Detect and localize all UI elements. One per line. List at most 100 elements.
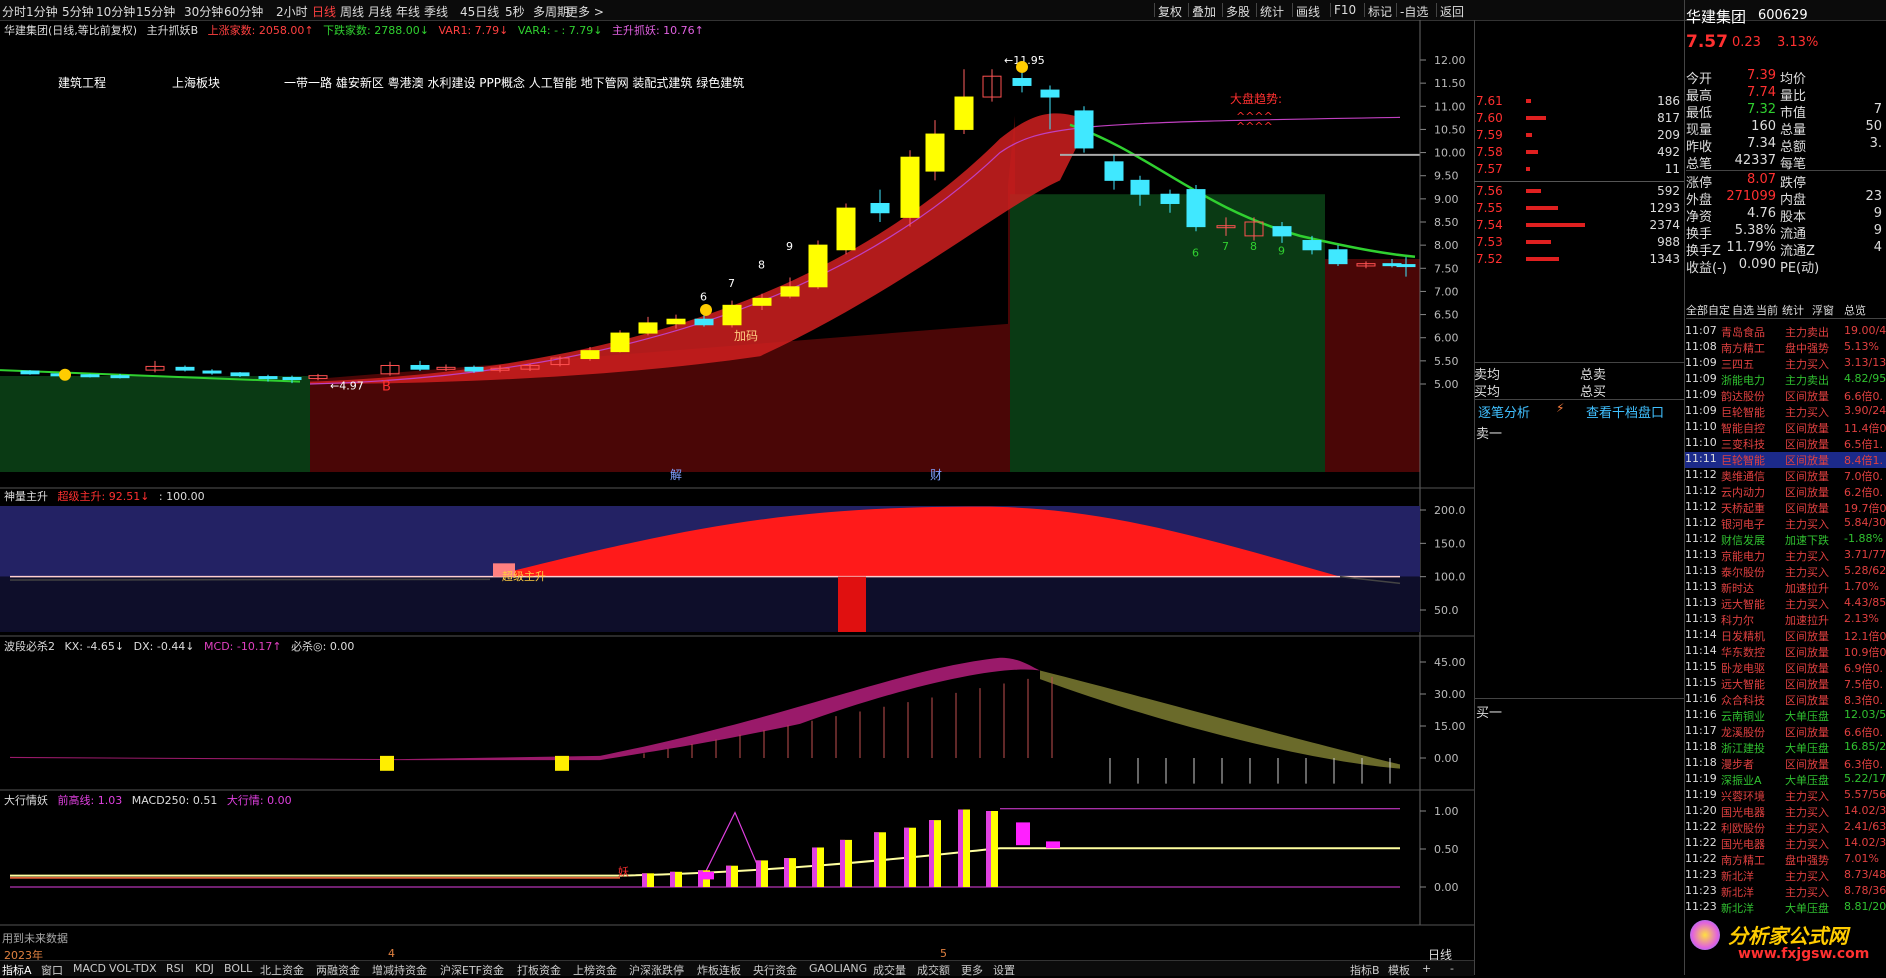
- period-tab[interactable]: 60分钟: [224, 3, 263, 20]
- panel2-name[interactable]: 神量主升: [4, 490, 48, 503]
- feed-row[interactable]: 11:22 国光电器 主力买入 14.02/3: [1685, 836, 1886, 852]
- feed-filter-tab[interactable]: 总览: [1844, 302, 1866, 318]
- feed-row[interactable]: 11:08 南方精工 盘中强势 5.13%: [1685, 340, 1886, 356]
- feed-row[interactable]: 11:10 智能自控 区间放量 11.4倍0: [1685, 420, 1886, 436]
- indicator-tab[interactable]: GAOLIANG: [809, 962, 867, 975]
- period-tab[interactable]: 15分钟: [136, 3, 175, 20]
- bottom-right-button[interactable]: 模板: [1388, 962, 1410, 978]
- feed-filter-tab[interactable]: 全部: [1686, 302, 1708, 318]
- toolbar-button[interactable]: -自选: [1400, 3, 1428, 20]
- period-tab[interactable]: 45日线: [460, 3, 499, 20]
- period-tab[interactable]: 更多 >: [566, 3, 604, 20]
- period-tab[interactable]: 多周期: [533, 3, 569, 20]
- feed-row[interactable]: 11:23 新北洋 主力买入 8.78/36: [1685, 884, 1886, 900]
- feed-row[interactable]: 11:09 巨轮智能 主力买入 3.90/24: [1685, 404, 1886, 420]
- toolbar-button[interactable]: 统计: [1260, 3, 1284, 20]
- period-tab[interactable]: 季线: [424, 3, 448, 20]
- toolbar-button[interactable]: 复权: [1158, 3, 1182, 20]
- period-tab[interactable]: 月线: [368, 3, 392, 20]
- feed-row[interactable]: 11:11 巨轮智能 区间放量 8.4倍1.: [1685, 452, 1886, 468]
- panel3-name[interactable]: 波段必杀2: [4, 640, 55, 653]
- feed-row[interactable]: 11:09 三四五 主力买入 3.13/13: [1685, 356, 1886, 372]
- feed-row[interactable]: 11:22 南方精工 盘中强势 7.01%: [1685, 852, 1886, 868]
- period-tab[interactable]: 年线: [396, 3, 420, 20]
- feed-row[interactable]: 11:17 龙溪股份 区间放量 6.6倍0.: [1685, 724, 1886, 740]
- indicator-tab[interactable]: 沪深涨跌停: [629, 962, 684, 978]
- period-tab[interactable]: 2小时: [276, 3, 308, 20]
- indicator-tab[interactable]: 成交额: [917, 962, 950, 978]
- indicator-tab[interactable]: 北上资金: [260, 962, 304, 978]
- ob-price[interactable]: 7.60: [1476, 111, 1503, 125]
- indicator-tab[interactable]: VOL-TDX: [109, 962, 157, 975]
- indicator-tab[interactable]: 上榜资金: [573, 962, 617, 978]
- feed-row[interactable]: 11:12 云内动力 区间放量 6.2倍0.: [1685, 484, 1886, 500]
- ob-price[interactable]: 7.61: [1476, 94, 1503, 108]
- ob-price[interactable]: 7.58: [1476, 145, 1503, 159]
- indicator-tab[interactable]: 沪深ETF资金: [440, 962, 504, 978]
- feed-row[interactable]: 11:20 国光电器 主力买入 14.02/3: [1685, 804, 1886, 820]
- period-tab[interactable]: 30分钟: [184, 3, 223, 20]
- toolbar-button[interactable]: 返回: [1440, 3, 1464, 20]
- ob-price[interactable]: 7.57: [1476, 162, 1503, 176]
- kline-chart-svg[interactable]: ←11.95←4.97加码B解 财678967 8 912.0011.5011.001…: [0, 20, 1474, 960]
- period-tab[interactable]: 10分钟: [96, 3, 135, 20]
- bottom-right-button[interactable]: 指标B: [1350, 962, 1380, 978]
- feed-row[interactable]: 11:07 青岛食品 主力卖出 19.00/4: [1685, 324, 1886, 340]
- feed-row[interactable]: 11:22 利欧股份 主力买入 2.41/63: [1685, 820, 1886, 836]
- ob-price[interactable]: 7.52: [1476, 252, 1503, 266]
- ob-price[interactable]: 7.56: [1476, 184, 1503, 198]
- indicator-tab[interactable]: 成交量: [873, 962, 906, 978]
- indicator-tab[interactable]: 打板资金: [517, 962, 561, 978]
- feed-row[interactable]: 11:09 韵达股份 区间放量 6.6倍0.: [1685, 388, 1886, 404]
- indicator-tab[interactable]: RSI: [166, 962, 184, 975]
- panel4-name[interactable]: 大行情妖: [4, 794, 48, 807]
- indicator-tab[interactable]: BOLL: [224, 962, 252, 975]
- bottom-right-button[interactable]: +: [1422, 962, 1431, 975]
- indicator-tab[interactable]: 两融资金: [316, 962, 360, 978]
- indicator-tab[interactable]: 央行资金: [753, 962, 797, 978]
- indicator-tab[interactable]: 指标A: [2, 962, 32, 978]
- feed-row[interactable]: 11:19 深振业A 大单压盘 5.22/17: [1685, 772, 1886, 788]
- indicator-tab[interactable]: 更多: [961, 962, 983, 978]
- feed-row[interactable]: 11:14 华东数控 区间放量 10.9倍0: [1685, 644, 1886, 660]
- feed-row[interactable]: 11:09 浙能电力 主力卖出 4.82/95: [1685, 372, 1886, 388]
- indicator-name[interactable]: 主升抓妖B: [147, 24, 199, 37]
- period-tab[interactable]: 5分钟: [62, 3, 94, 20]
- feed-row[interactable]: 11:13 科力尔 加速拉升 2.13%: [1685, 612, 1886, 628]
- feed-row[interactable]: 11:15 卧龙电驱 区间放量 6.9倍0.: [1685, 660, 1886, 676]
- feed-row[interactable]: 11:12 银河电子 主力买入 5.84/30: [1685, 516, 1886, 532]
- period-tab[interactable]: 日线: [312, 3, 336, 20]
- period-tab[interactable]: 5秒: [505, 3, 525, 20]
- period-tab[interactable]: 分时: [2, 3, 26, 20]
- feed-row[interactable]: 11:16 云南铜业 大单压盘 12.03/5: [1685, 708, 1886, 724]
- feed-row[interactable]: 11:16 众合科技 区间放量 8.3倍0.: [1685, 692, 1886, 708]
- period-tab[interactable]: 周线: [340, 3, 364, 20]
- indicator-tab[interactable]: 炸板连板: [697, 962, 741, 978]
- feed-row[interactable]: 11:13 远大智能 主力买入 4.43/85: [1685, 596, 1886, 612]
- feed-filter-tab[interactable]: 统计: [1782, 302, 1804, 318]
- feed-row[interactable]: 11:19 兴蓉环境 主力买入 5.57/56: [1685, 788, 1886, 804]
- chart-area[interactable]: ←11.95 ←4.97 加码 B 解财 6 7 8 9 6 7 8 9 12.00 11.50 11.00 1…: [0, 20, 1474, 962]
- bottom-right-button[interactable]: -: [1450, 962, 1454, 975]
- indicator-tab[interactable]: MACD: [73, 962, 106, 975]
- toolbar-button[interactable]: F10: [1334, 3, 1356, 17]
- feed-row[interactable]: 11:23 新北洋 大单压盘 8.81/20: [1685, 900, 1886, 916]
- indicator-tab[interactable]: KDJ: [195, 962, 214, 975]
- feed-row[interactable]: 11:13 京能电力 主力买入 3.71/77: [1685, 548, 1886, 564]
- feed-filter-tab[interactable]: 浮窗: [1812, 302, 1834, 318]
- feed-filter-tab[interactable]: 当前: [1756, 302, 1778, 318]
- feed-row[interactable]: 11:23 新北洋 主力买入 8.73/48: [1685, 868, 1886, 884]
- ob-price[interactable]: 7.59: [1476, 128, 1503, 142]
- ob-price[interactable]: 7.54: [1476, 218, 1503, 232]
- ob-price[interactable]: 7.55: [1476, 201, 1503, 215]
- ob-price[interactable]: 7.53: [1476, 235, 1503, 249]
- feed-filter-tab[interactable]: 自定: [1708, 302, 1730, 318]
- feed-filter-tab[interactable]: 自选: [1732, 302, 1754, 318]
- feed-row[interactable]: 11:15 远大智能 区间放量 7.5倍0.: [1685, 676, 1886, 692]
- feed-row[interactable]: 11:12 财信发展 加速下跌 -1.88%: [1685, 532, 1886, 548]
- period-tab[interactable]: 1分钟: [26, 3, 58, 20]
- feed-row[interactable]: 11:12 奥维通信 区间放量 7.0倍0.: [1685, 468, 1886, 484]
- tick-analysis-button[interactable]: 逐笔分析: [1478, 402, 1530, 421]
- toolbar-button[interactable]: 多股: [1226, 3, 1250, 20]
- feed-row[interactable]: 11:13 新时达 加速拉升 1.70%: [1685, 580, 1886, 596]
